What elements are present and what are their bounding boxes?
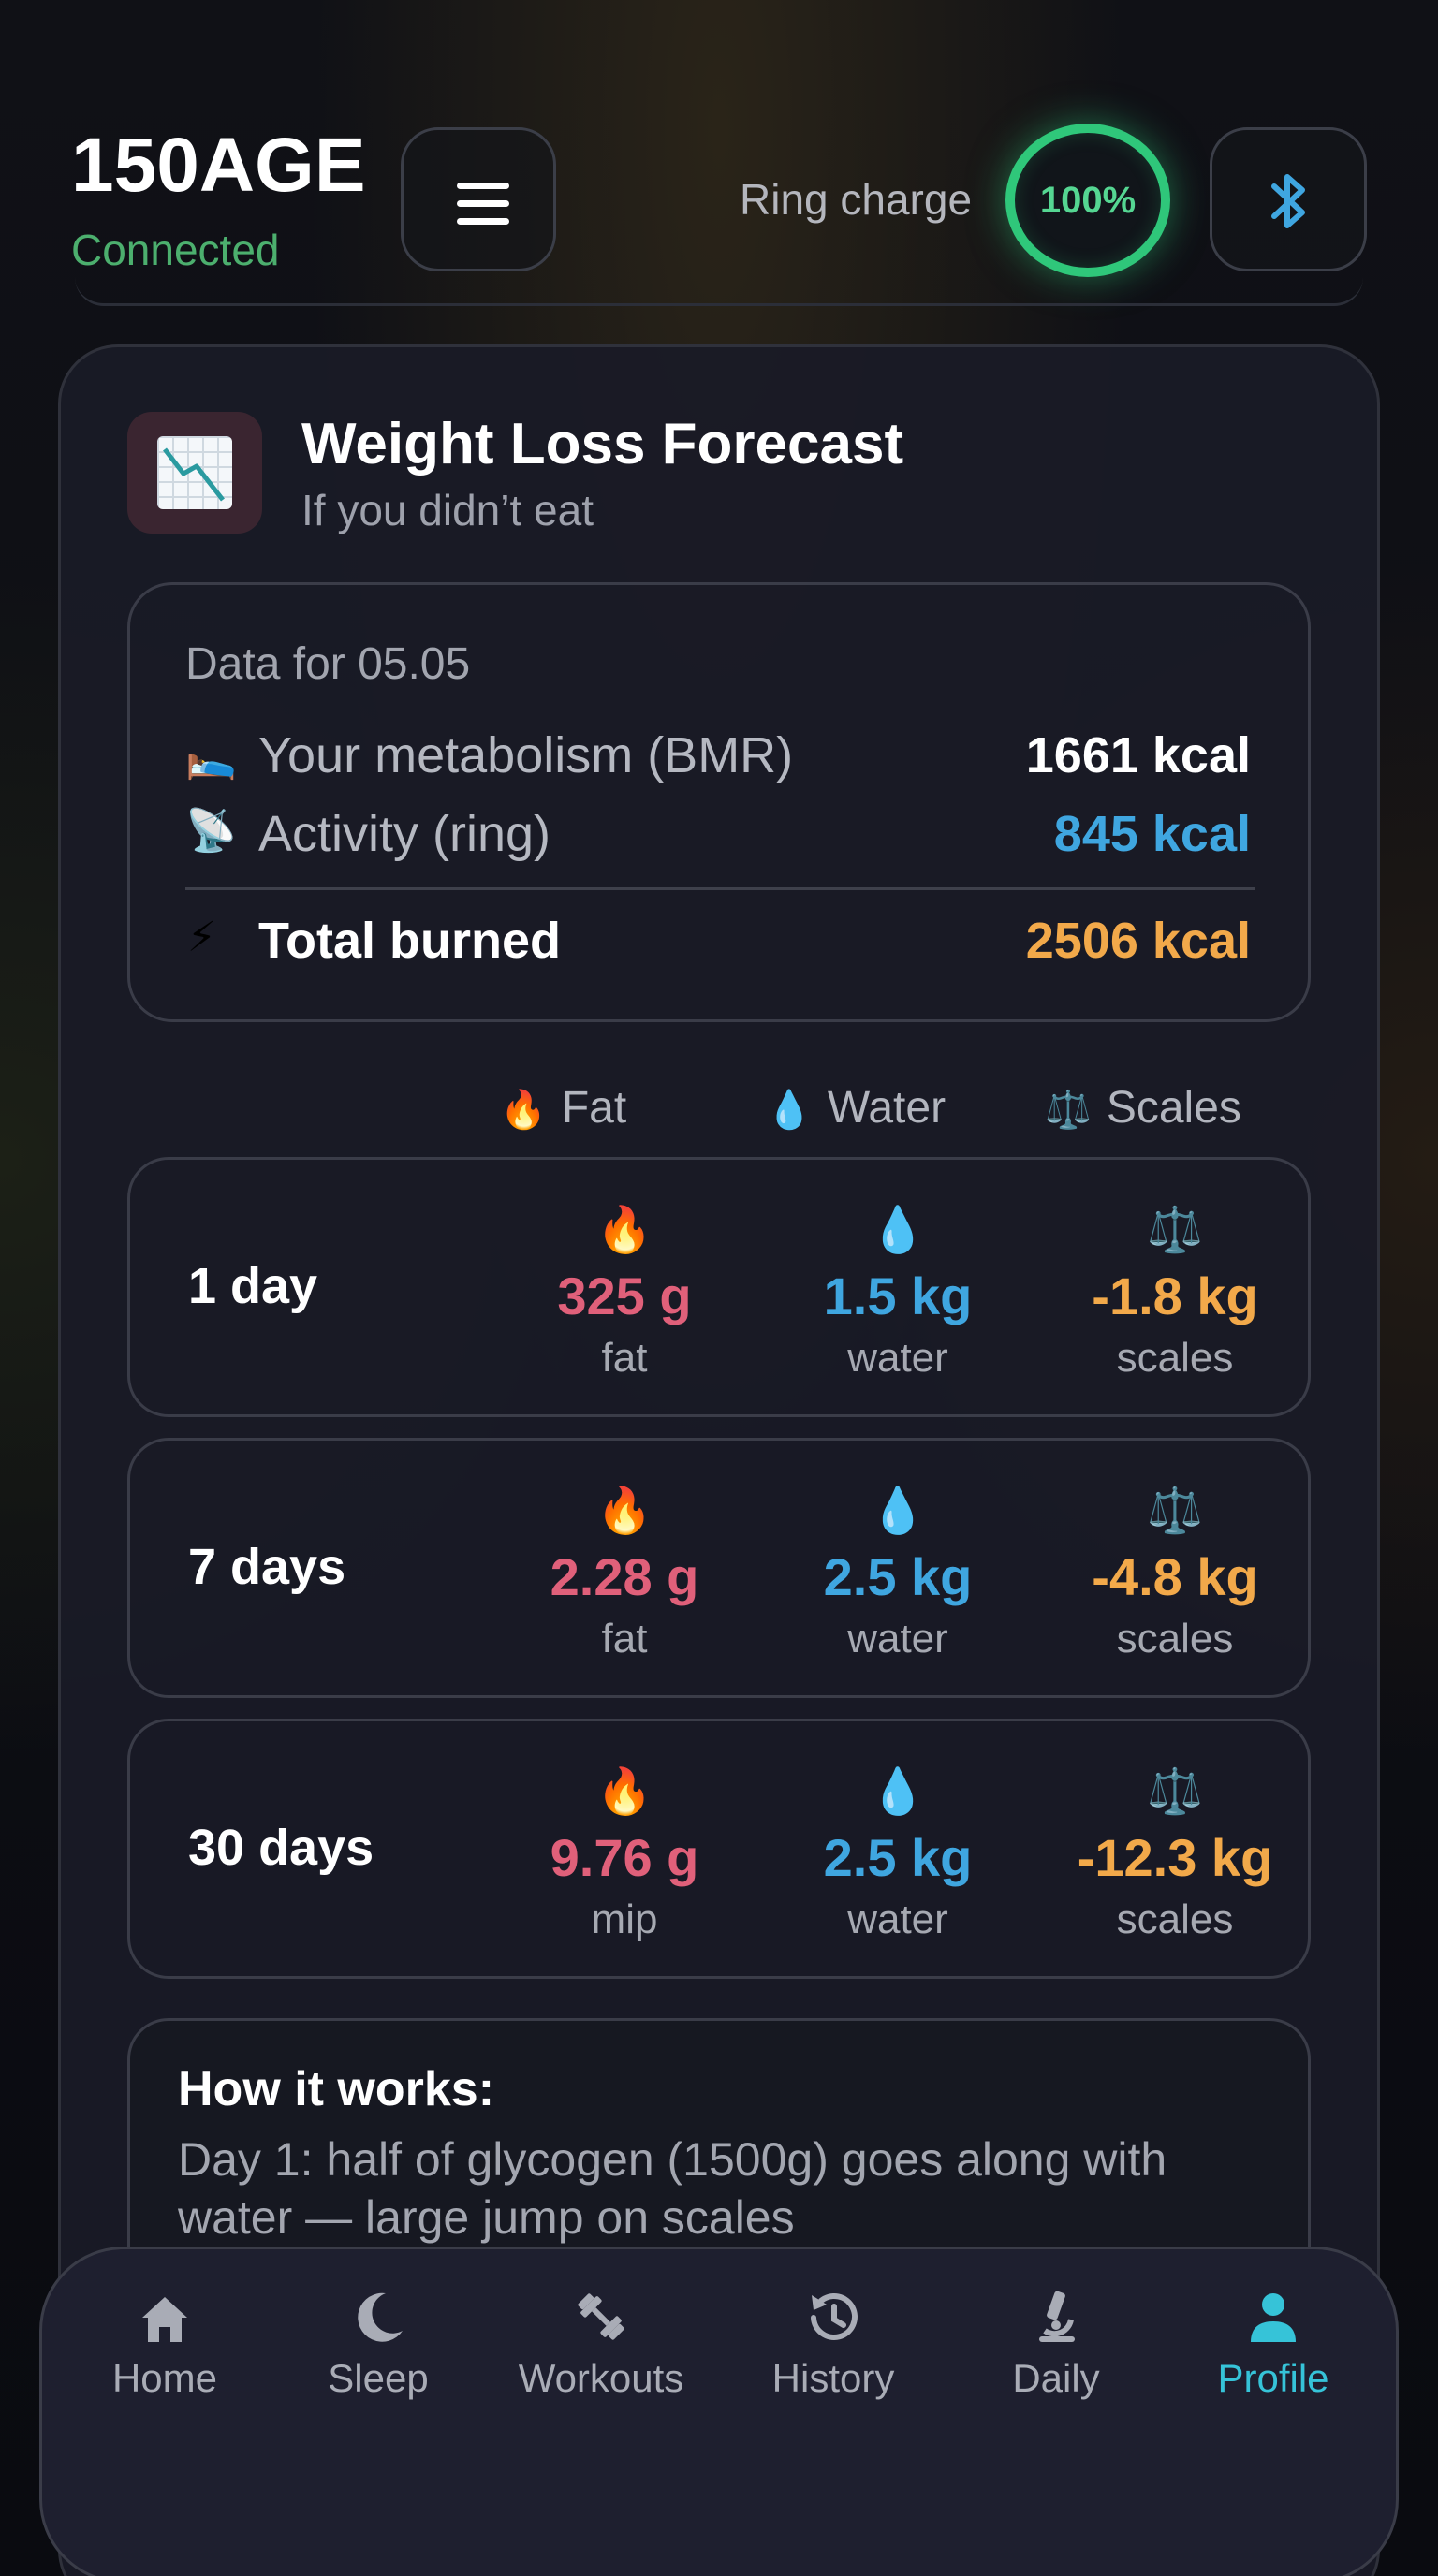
droplet-icon: 💧 <box>870 1486 926 1536</box>
nav-item-home[interactable]: Home <box>71 2284 258 2398</box>
how-it-works-text: Day 1: half of glycogen (1500g) goes alo… <box>178 2133 1167 2244</box>
period-row-1-day: 1 day 🔥 325 g fat 💧 1.5 kg water ⚖️ -1.8… <box>127 1157 1311 1417</box>
satellite-icon: 📡 <box>185 808 237 854</box>
fat-cell: 🔥 2.28 g fat <box>503 1441 746 1695</box>
column-fat-label: Fat <box>561 1083 627 1133</box>
scales-icon: ⚖️ <box>1045 1090 1092 1131</box>
water-unit: water <box>847 1335 948 1381</box>
nav-label: Daily <box>1012 2356 1100 2400</box>
scales-value: -1.8 kg <box>1092 1266 1258 1325</box>
fat-cell: 🔥 9.76 g mip <box>503 1721 746 1976</box>
lightning-icon: ⚡ <box>187 915 216 960</box>
nav-item-profile[interactable]: Profile <box>1180 2284 1367 2398</box>
fire-icon: 🔥 <box>500 1090 547 1131</box>
card-icon-box <box>127 412 262 534</box>
column-scales-label: Scales <box>1106 1083 1241 1133</box>
fat-value: 325 g <box>557 1266 692 1325</box>
menu-button[interactable] <box>401 127 556 271</box>
nav-item-workouts[interactable]: Workouts <box>507 2284 695 2398</box>
scales-cell: ⚖️ -12.3 kg scales <box>1053 1721 1297 1976</box>
fat-value: 9.76 g <box>550 1828 699 1887</box>
water-cell: 💧 1.5 kg water <box>776 1160 1020 1414</box>
app-brand: 150AGE <box>71 123 366 208</box>
fat-value: 2.28 g <box>550 1547 699 1606</box>
water-cell: 💧 2.5 kg water <box>776 1441 1020 1695</box>
water-value: 2.5 kg <box>823 1828 973 1887</box>
scales-icon: ⚖️ <box>1147 1206 1203 1255</box>
moon-icon <box>358 2292 403 2342</box>
card-title: Weight Loss Forecast <box>301 412 904 476</box>
chart-decreasing-icon <box>157 436 232 509</box>
droplet-icon: 💧 <box>870 1767 926 1817</box>
connection-status: Connected <box>71 226 280 274</box>
bmr-value: 1661 kcal <box>1025 727 1251 783</box>
nav-label: Home <box>111 2356 218 2400</box>
nav-item-history[interactable]: History <box>740 2284 927 2398</box>
fat-unit: fat <box>601 1335 648 1381</box>
hamburger-menu-icon <box>457 183 509 236</box>
scales-icon: ⚖️ <box>1147 1486 1203 1536</box>
period-label: 7 days <box>188 1539 346 1595</box>
total-burned-label: Total burned <box>258 913 561 969</box>
fire-icon: 🔥 <box>596 1486 653 1536</box>
microscope-icon <box>1039 2291 1075 2342</box>
water-unit: water <box>847 1896 948 1942</box>
nav-item-sleep[interactable]: Sleep <box>285 2284 472 2398</box>
summary-divider <box>185 887 1255 890</box>
nav-item-daily[interactable]: Daily <box>962 2284 1150 2398</box>
ring-charge-gauge: 100% <box>1005 124 1170 277</box>
fire-icon: 🔥 <box>596 1767 653 1817</box>
dumbbell-icon <box>578 2293 624 2340</box>
ring-charge-label: Ring charge <box>740 175 973 224</box>
fat-cell: 🔥 325 g fat <box>503 1160 746 1414</box>
profile-icon <box>1251 2293 1296 2342</box>
nav-label: Workouts <box>518 2356 684 2400</box>
bmr-label: Your metabolism (BMR) <box>258 727 794 783</box>
period-row-30-days: 30 days 🔥 9.76 g mip 💧 2.5 kg water ⚖️ -… <box>127 1719 1311 1979</box>
scales-unit: scales <box>1116 1616 1234 1661</box>
period-row-7-days: 7 days 🔥 2.28 g fat 💧 2.5 kg water ⚖️ -4… <box>127 1438 1311 1698</box>
water-value: 1.5 kg <box>823 1266 973 1325</box>
water-unit: water <box>847 1616 948 1661</box>
fire-icon: 🔥 <box>596 1206 653 1255</box>
scales-cell: ⚖️ -4.8 kg scales <box>1053 1441 1297 1695</box>
scales-cell: ⚖️ -1.8 kg scales <box>1053 1160 1297 1414</box>
nav-label: Sleep <box>328 2356 429 2400</box>
total-burned-value: 2506 kcal <box>1025 913 1251 969</box>
bed-icon: 🛌 <box>185 735 237 781</box>
history-icon <box>811 2293 858 2340</box>
bluetooth-button[interactable] <box>1210 127 1367 271</box>
column-header-water: 💧 Water <box>766 1086 946 1131</box>
water-cell: 💧 2.5 kg water <box>776 1721 1020 1976</box>
water-value: 2.5 kg <box>823 1547 973 1606</box>
column-water-label: Water <box>827 1083 946 1133</box>
top-bar: 150AGE Connected Ring charge 100% <box>0 0 1438 306</box>
activity-label: Activity (ring) <box>258 806 551 862</box>
scales-icon: ⚖️ <box>1147 1767 1203 1817</box>
nav-label: Profile <box>1217 2356 1329 2400</box>
column-header-scales: ⚖️ Scales <box>1045 1086 1241 1131</box>
data-date-label: Data for 05.05 <box>185 639 471 689</box>
droplet-icon: 💧 <box>870 1206 926 1255</box>
nav-label: History <box>771 2356 895 2400</box>
period-label: 1 day <box>188 1258 318 1314</box>
period-label: 30 days <box>188 1820 374 1876</box>
header-divider <box>75 277 1363 306</box>
how-it-works-title: How it works: <box>178 2062 495 2116</box>
droplet-icon: 💧 <box>766 1090 813 1131</box>
activity-value: 845 kcal <box>1053 806 1251 862</box>
scales-unit: scales <box>1116 1896 1234 1942</box>
card-subtitle: If you didn’t eat <box>301 486 594 534</box>
scales-unit: scales <box>1116 1335 1234 1381</box>
column-header-fat: 🔥 Fat <box>500 1086 626 1131</box>
bluetooth-icon <box>1271 174 1305 228</box>
scales-value: -12.3 kg <box>1077 1828 1273 1887</box>
fat-unit: fat <box>601 1616 648 1661</box>
home-icon <box>142 2297 187 2342</box>
ring-charge-percent: 100% <box>1039 180 1137 221</box>
fat-unit: mip <box>591 1896 658 1942</box>
app-screen: 150AGE Connected Ring charge 100% Weight… <box>0 0 1438 2576</box>
scales-value: -4.8 kg <box>1092 1547 1258 1606</box>
